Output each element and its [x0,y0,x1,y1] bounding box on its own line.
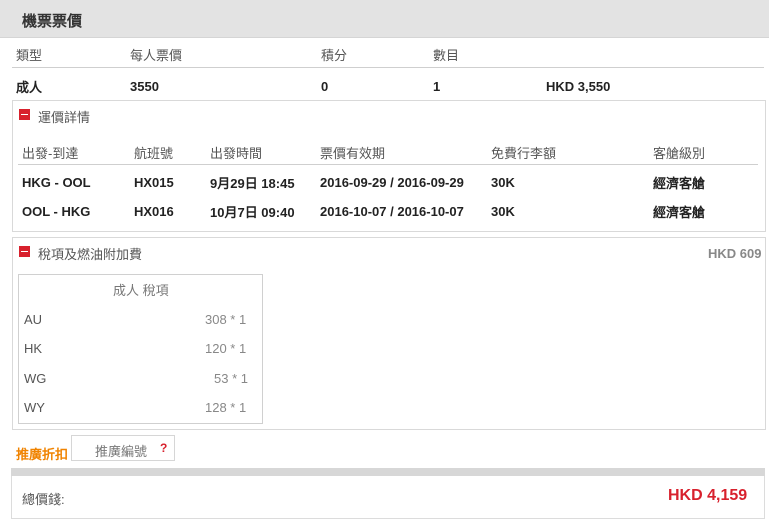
itin-row-baggage: 30K [491,204,515,219]
fare-row-subtotal: HKD 3,550 [546,79,611,94]
itin-row-time: 10月7日 09:40 [210,205,295,220]
itinerary-title[interactable]: 運價詳情 [38,107,90,126]
fare-row-type: 成人 [16,80,43,95]
fare-row-count: 1 [433,79,441,94]
taxes-total: HKD 609 [708,246,762,261]
total-divider-bar [11,468,765,476]
fare-col-price: 每人票價 [130,48,183,63]
fare-header-divider [12,67,764,68]
tax-amount: 120 * 1 [205,341,247,356]
total-label: 總價錢: [22,492,65,507]
fare-col-count: 數目 [433,48,460,63]
tax-code: HK [24,341,43,356]
itin-col-time: 出發時間 [210,146,263,161]
itinerary-header-divider [18,164,758,165]
page-title: 機票票價 [22,13,83,30]
total-panel [11,476,765,519]
itin-row-flight: HX015 [134,175,174,190]
itin-row-cabin: 經濟客艙 [653,176,706,191]
itin-col-cabin: 客艙級別 [653,146,706,161]
promo-label: 推廣折扣 [16,447,69,462]
collapse-icon[interactable] [19,109,30,120]
tax-amount: 308 * 1 [205,312,247,327]
tax-code: WG [24,371,47,386]
tax-amount: 53 * 1 [214,371,248,386]
itin-row-route: HKG - OOL [22,175,91,190]
collapse-icon[interactable] [19,246,30,257]
itin-col-validity: 票價有效期 [320,146,386,161]
itin-row-baggage: 30K [491,175,515,190]
promo-placeholder: 推廣編號 [95,444,148,459]
promo-code-input[interactable]: 推廣編號 ? [71,435,175,461]
adult-tax-title: 成人 稅項 [113,283,169,298]
itin-col-route: 出發-到達 [22,146,79,161]
itin-row-validity: 2016-10-07 / 2016-10-07 [320,204,464,219]
itin-col-baggage: 免費行李額 [491,146,557,161]
itin-row-cabin: 經濟客艙 [653,205,706,220]
tax-code: AU [24,312,43,327]
itin-row-validity: 2016-09-29 / 2016-09-29 [320,175,464,190]
help-icon[interactable]: ? [160,441,167,455]
fare-col-type: 類型 [16,48,43,63]
fare-row-points: 0 [321,79,329,94]
tax-code: WY [24,400,45,415]
fare-header-bar: 機票票價 [0,0,769,38]
fare-row-price: 3550 [130,79,159,94]
total-price: HKD 4,159 [668,487,748,504]
taxes-title[interactable]: 稅項及燃油附加費 [38,244,142,263]
tax-amount: 128 * 1 [205,400,247,415]
itin-row-route: OOL - HKG [22,204,91,219]
itin-row-flight: HX016 [134,204,174,219]
fare-col-points: 積分 [321,48,348,63]
itin-row-time: 9月29日 18:45 [210,176,295,191]
itin-col-flight: 航班號 [134,146,174,161]
